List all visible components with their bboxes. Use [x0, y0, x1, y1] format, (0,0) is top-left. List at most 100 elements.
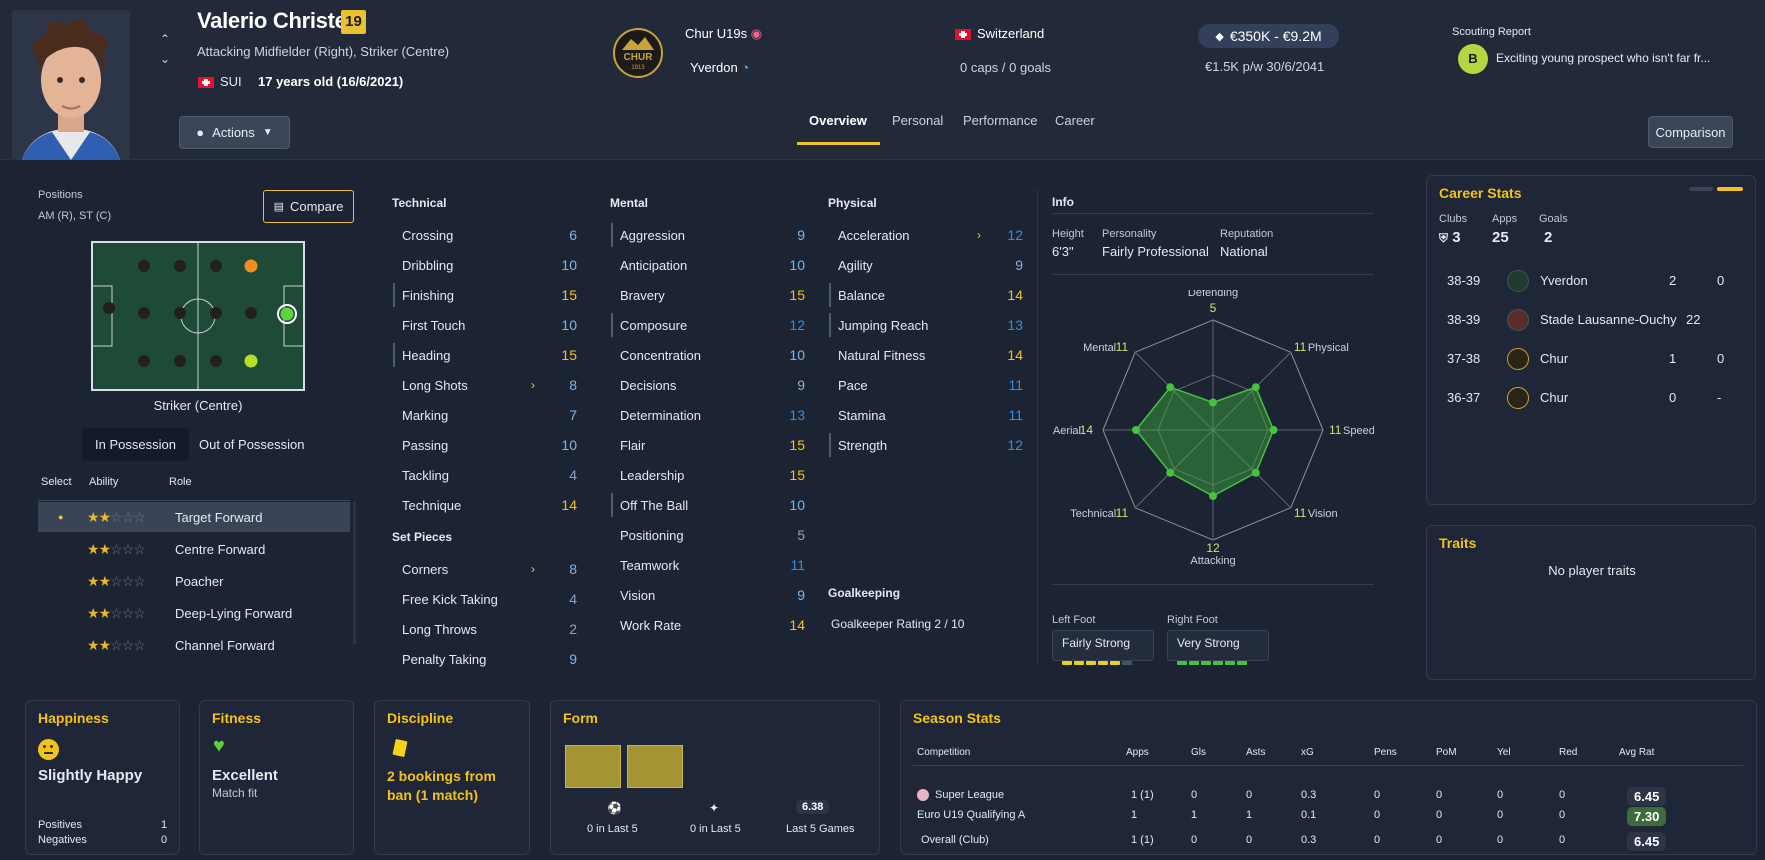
divider [1052, 213, 1374, 214]
attribute-value: 8 [569, 377, 577, 393]
tab-career[interactable]: Career [1055, 113, 1095, 128]
tab-performance[interactable]: Performance [963, 113, 1037, 128]
attribute-row[interactable]: Strength 12 [829, 430, 1023, 460]
club-logo-icon[interactable]: CHUR 1913 [613, 28, 663, 78]
scouting-text[interactable]: Exciting young prospect who isn't far fr… [1496, 51, 1710, 65]
attribute-row[interactable]: Bravery 15 [620, 280, 805, 310]
role-ability-stars: ★★☆☆☆ [87, 572, 146, 590]
attribute-row[interactable]: Aggression 9 [611, 220, 805, 250]
attribute-row[interactable]: Teamwork 11 [620, 550, 805, 580]
roles-scrollbar[interactable] [353, 502, 356, 644]
season-cell: 0 [1497, 809, 1504, 821]
star-empty-icon: ☆ [121, 604, 135, 621]
star-empty-icon: ☆ [121, 636, 135, 653]
actions-button[interactable]: ● Actions ▼ [179, 116, 290, 149]
season-stats-card[interactable]: Season Stats Competition Apps Gls Asts xG Pen… [900, 700, 1757, 855]
attribute-row[interactable]: Balance 14 [829, 280, 1023, 310]
value-pill[interactable]: ◆ €350K - €9.2M [1198, 24, 1339, 48]
attribute-row[interactable]: Decisions 9 [620, 370, 805, 400]
season-cell[interactable]: Overall (Club) [921, 834, 989, 846]
attribute-row[interactable]: First Touch 10 [402, 310, 577, 340]
attribute-row[interactable]: Marking 7 [402, 400, 577, 430]
role-row[interactable]: ★★☆☆☆ Deep-Lying Forward [38, 598, 350, 628]
season-cell[interactable]: Euro U19 Qualifying A [917, 809, 1025, 821]
discipline-card[interactable]: Discipline 2 bookings from ban (1 match) [374, 700, 530, 855]
page-dot[interactable] [1689, 187, 1713, 191]
attribute-row[interactable]: Technique 14 [402, 490, 577, 520]
attribute-row[interactable]: Natural Fitness 14 [838, 340, 1023, 370]
star-filled-icon: ★ [87, 636, 100, 653]
attribute-row[interactable]: Acceleration › 12 [838, 220, 1023, 250]
fitness-sub: Match fit [212, 786, 258, 800]
form-match-block[interactable] [627, 745, 683, 788]
career-row[interactable]: 38-39 Stade Lausanne-Ouchy 22 [1427, 305, 1757, 335]
attribute-row[interactable]: Long Throws 2 [402, 614, 577, 644]
star-filled-icon: ★ [87, 508, 100, 525]
attribute-row[interactable]: Pace 11 [838, 370, 1023, 400]
attribute-row[interactable]: Jumping Reach 13 [829, 310, 1023, 340]
previous-player-arrow-icon[interactable]: ⌃ [160, 32, 170, 46]
role-row[interactable]: ★★☆☆☆ Centre Forward [38, 534, 350, 564]
in-possession-toggle[interactable]: In Possession [82, 428, 189, 461]
attribute-row[interactable]: Agility 9 [838, 250, 1023, 280]
season-cell[interactable]: Super League [917, 789, 1004, 802]
loan-club[interactable]: Yverdon ◔ [690, 60, 749, 75]
attribute-row[interactable]: Dribbling 10 [402, 250, 577, 280]
role-row[interactable]: ● ★★☆☆☆ Target Forward [38, 502, 350, 532]
attribute-row[interactable]: Anticipation 10 [620, 250, 805, 280]
attribute-row[interactable]: Passing 10 [402, 430, 577, 460]
role-row[interactable]: ★★☆☆☆ Poacher [38, 566, 350, 596]
attribute-row[interactable]: Vision 9 [620, 580, 805, 610]
attribute-value: 14 [1007, 287, 1023, 303]
attribute-row[interactable]: Free Kick Taking 4 [402, 584, 577, 614]
season-header: Pens [1374, 747, 1397, 758]
attribute-row[interactable]: Long Shots › 8 [402, 370, 577, 400]
career-goals: - [1717, 390, 1722, 405]
tab-overview[interactable]: Overview [809, 113, 867, 128]
form-card[interactable]: Form ⚽ 0 in Last 5 ✦ 0 in Last 5 6.38 La… [550, 700, 880, 855]
attribute-row[interactable]: Corners › 8 [402, 554, 577, 584]
attribute-row[interactable]: Work Rate 14 [620, 610, 805, 640]
nation[interactable]: Switzerland [955, 26, 1044, 41]
attribute-row[interactable]: Positioning 5 [620, 520, 805, 550]
attribute-radar-chart: 5 Defending 11 Physical 11 Speed 11 Vision 12 Att… [1052, 287, 1375, 570]
attribute-row[interactable]: Determination 13 [620, 400, 805, 430]
compare-button[interactable]: ▤ Compare [263, 190, 354, 223]
attribute-name: Concentration [620, 347, 701, 363]
attribute-row[interactable]: Stamina 11 [838, 400, 1023, 430]
attribute-row[interactable]: Leadership 15 [620, 460, 805, 490]
attribute-name: Stamina [838, 407, 886, 423]
next-player-arrow-icon[interactable]: ⌄ [160, 52, 170, 66]
player-photo [12, 10, 130, 160]
page-dot-active[interactable] [1717, 187, 1743, 191]
tag-icon: ◆ [1215, 30, 1224, 43]
season-cell: 0 [1559, 789, 1566, 801]
comparison-button[interactable]: Comparison [1648, 116, 1733, 148]
attribute-value: 15 [561, 347, 577, 363]
out-of-possession-toggle[interactable]: Out of Possession [199, 437, 305, 452]
radar-value: 5 [1210, 301, 1217, 315]
attribute-row[interactable]: Finishing 15 [393, 280, 577, 310]
role-row[interactable]: ★★☆☆☆ Channel Forward [38, 630, 350, 660]
attribute-row[interactable]: Penalty Taking 9 [402, 644, 577, 674]
attribute-row[interactable]: Off The Ball 10 [611, 490, 805, 520]
attribute-row[interactable]: Heading 15 [393, 340, 577, 370]
right-foot-box: Very Strong [1167, 630, 1269, 665]
current-club[interactable]: Chur U19s ◉ [685, 26, 762, 42]
career-row[interactable]: 36-37 Chur 0 - [1427, 383, 1757, 413]
career-row[interactable]: 37-38 Chur 1 0 [1427, 344, 1757, 374]
attribute-row[interactable]: Tackling 4 [402, 460, 577, 490]
attribute-row[interactable]: Composure 12 [611, 310, 805, 340]
tab-personal[interactable]: Personal [892, 113, 943, 128]
goals-last5: 0 in Last 5 [587, 823, 638, 835]
form-match-block[interactable] [565, 745, 621, 788]
attribute-row[interactable]: Crossing 6 [402, 220, 577, 250]
svg-text:1913: 1913 [631, 65, 645, 71]
attribute-row[interactable]: Concentration 10 [620, 340, 805, 370]
happiness-card[interactable]: Happiness Slightly Happy Positives 1 Neg… [25, 700, 180, 855]
career-row[interactable]: 38-39 Yverdon 2 0 [1427, 266, 1757, 296]
fitness-card[interactable]: Fitness ♥ Excellent Match fit [199, 700, 354, 855]
star-empty-icon: ☆ [121, 572, 135, 589]
star-empty-icon: ☆ [133, 540, 146, 557]
attribute-row[interactable]: Flair 15 [620, 430, 805, 460]
